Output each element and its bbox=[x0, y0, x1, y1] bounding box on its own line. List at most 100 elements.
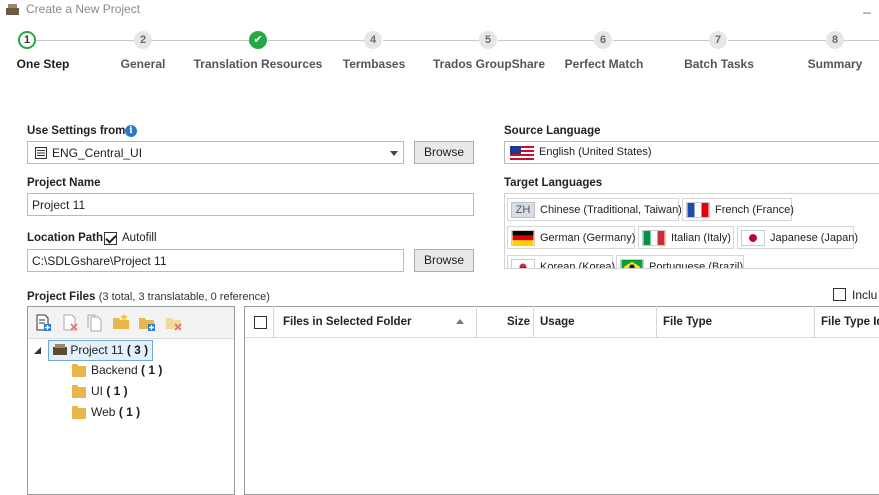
tree-root-name: Project 11 bbox=[70, 343, 124, 357]
target-language-chip[interactable]: Korean (Korea) bbox=[507, 255, 616, 269]
step-connector bbox=[844, 40, 879, 41]
project-name-field[interactable]: Project 11 bbox=[27, 193, 474, 216]
target-language-chip[interactable]: Portuguese (Brazil) bbox=[616, 255, 744, 268]
include-checkbox[interactable] bbox=[833, 288, 846, 301]
jp-flag-icon bbox=[741, 230, 765, 246]
step-6-indicator[interactable]: 6 bbox=[594, 31, 612, 49]
column-usage[interactable]: Usage bbox=[540, 316, 575, 328]
window-title: Create a New Project bbox=[26, 2, 141, 16]
tree-root-project[interactable]: Project 11 ( 3 ) bbox=[48, 340, 154, 361]
info-icon[interactable]: i bbox=[125, 125, 137, 137]
source-language-label: Source Language bbox=[504, 125, 601, 137]
step-4-indicator[interactable]: 4 bbox=[364, 31, 382, 49]
project-name-label: Project Name bbox=[27, 177, 101, 189]
step-2-label[interactable]: General bbox=[121, 57, 166, 71]
add-folder-icon[interactable] bbox=[112, 313, 130, 331]
minimize-button[interactable]: _ bbox=[859, 0, 875, 16]
tree-folder-backend[interactable]: Backend ( 1 ) bbox=[72, 363, 162, 377]
tree-folder-ui[interactable]: UI ( 1 ) bbox=[72, 384, 128, 398]
step-1-label[interactable]: One Step bbox=[17, 57, 70, 71]
reference-file-icon[interactable] bbox=[86, 314, 104, 332]
tree-folder-name: Backend bbox=[91, 363, 138, 377]
tree-folder-count: ( 1 ) bbox=[106, 384, 128, 398]
target-language-chip[interactable]: Italian (Italy) bbox=[638, 226, 734, 249]
step-8-label[interactable]: Summary bbox=[808, 57, 863, 71]
step-7-indicator[interactable]: 7 bbox=[709, 31, 727, 49]
step-1-indicator[interactable]: 1 bbox=[18, 31, 36, 49]
folder-tree-pane: Project 11 ( 3 ) Backend ( 1 ) UI ( 1 ) … bbox=[27, 306, 235, 495]
step-3-label[interactable]: Translation Resources bbox=[194, 57, 323, 71]
column-size[interactable]: Size bbox=[507, 316, 530, 328]
column-separator bbox=[814, 306, 815, 338]
target-language-name: Italian (Italy) bbox=[671, 232, 731, 244]
it-flag-icon bbox=[642, 230, 666, 246]
step-6-label[interactable]: Perfect Match bbox=[565, 57, 644, 71]
remove-files-icon[interactable] bbox=[61, 314, 79, 332]
autofill-checkbox[interactable] bbox=[104, 232, 117, 245]
target-language-name: German (Germany) bbox=[540, 232, 636, 244]
browse-settings-button[interactable]: Browse bbox=[414, 141, 474, 164]
target-language-name: Chinese (Traditional, Taiwan) bbox=[540, 204, 682, 216]
column-files-in-folder[interactable]: Files in Selected Folder bbox=[283, 316, 411, 328]
step-8-indicator[interactable]: 8 bbox=[826, 31, 844, 49]
step-4-label[interactable]: Termbases bbox=[343, 57, 405, 71]
use-settings-dropdown[interactable]: ENG_Central_UI bbox=[27, 141, 404, 164]
step-2-indicator[interactable]: 2 bbox=[134, 31, 152, 49]
target-language-name: Korean (Korea) bbox=[540, 261, 616, 269]
column-separator bbox=[533, 306, 534, 338]
column-separator bbox=[656, 306, 657, 338]
tree-folder-name: Web bbox=[91, 405, 116, 419]
title-bar: Create a New Project _ bbox=[0, 0, 879, 20]
source-language-value: English (United States) bbox=[539, 146, 652, 158]
project-files-label: Project Files bbox=[27, 291, 96, 303]
select-all-checkbox[interactable] bbox=[254, 316, 267, 329]
project-name-value: Project 11 bbox=[32, 198, 86, 212]
folder-icon bbox=[72, 406, 86, 419]
tree-folder-web[interactable]: Web ( 1 ) bbox=[72, 405, 140, 419]
target-language-chip[interactable]: German (Germany) bbox=[507, 226, 635, 249]
step-5-indicator[interactable]: 5 bbox=[479, 31, 497, 49]
target-languages-box[interactable]: ZH Chinese (Traditional, Taiwan) French … bbox=[504, 193, 879, 269]
project-icon bbox=[53, 344, 67, 355]
remove-folder-icon[interactable] bbox=[165, 314, 183, 332]
chevron-down-icon bbox=[390, 151, 398, 156]
step-connector bbox=[613, 40, 710, 41]
project-files-header: Project Files (3 total, 3 translatable, … bbox=[27, 289, 270, 303]
step-connector bbox=[36, 40, 135, 41]
target-language-chip[interactable]: ZH Chinese (Traditional, Taiwan) bbox=[507, 198, 682, 221]
target-language-chip[interactable]: French (France) bbox=[682, 198, 794, 221]
us-flag-icon bbox=[510, 146, 534, 160]
step-5-label[interactable]: Trados GroupShare bbox=[433, 57, 545, 71]
target-languages-label: Target Languages bbox=[504, 177, 603, 189]
step-connector bbox=[383, 40, 480, 41]
target-language-name: Japanese (Japan) bbox=[770, 232, 859, 244]
br-flag-icon bbox=[620, 259, 644, 268]
de-flag-icon bbox=[511, 230, 535, 246]
step-7-label[interactable]: Batch Tasks bbox=[684, 57, 754, 71]
app-icon bbox=[6, 4, 19, 15]
step-3-check-icon[interactable]: ✔ bbox=[249, 31, 267, 49]
include-label: Inclu bbox=[852, 288, 878, 302]
zh-flag-icon: ZH bbox=[511, 202, 535, 218]
fr-flag-icon bbox=[686, 202, 710, 218]
new-folder-icon[interactable] bbox=[138, 314, 156, 332]
target-language-chip[interactable]: Japanese (Japan) bbox=[737, 226, 858, 249]
step-connector bbox=[152, 40, 249, 41]
step-connector bbox=[728, 40, 826, 41]
folder-icon bbox=[72, 385, 86, 398]
location-path-value: C:\SDLGshare\Project 11 bbox=[32, 254, 167, 268]
column-file-type-id[interactable]: File Type Id bbox=[821, 316, 879, 328]
add-files-icon[interactable] bbox=[34, 314, 52, 332]
target-language-name: French (France) bbox=[715, 204, 794, 216]
column-file-type[interactable]: File Type bbox=[663, 316, 712, 328]
tree-folder-count: ( 1 ) bbox=[141, 363, 163, 377]
location-path-field[interactable]: C:\SDLGshare\Project 11 bbox=[27, 249, 404, 272]
folder-icon bbox=[72, 364, 86, 377]
tree-folder-name: UI bbox=[91, 384, 103, 398]
step-connector bbox=[498, 40, 595, 41]
project-files-summary: (3 total, 3 translatable, 0 reference) bbox=[98, 291, 270, 303]
tree-folder-count: ( 1 ) bbox=[118, 405, 141, 419]
source-language-dropdown[interactable]: English (United States) bbox=[504, 141, 879, 164]
browse-location-button[interactable]: Browse bbox=[414, 249, 474, 272]
collapse-arrow-icon[interactable] bbox=[34, 347, 41, 354]
